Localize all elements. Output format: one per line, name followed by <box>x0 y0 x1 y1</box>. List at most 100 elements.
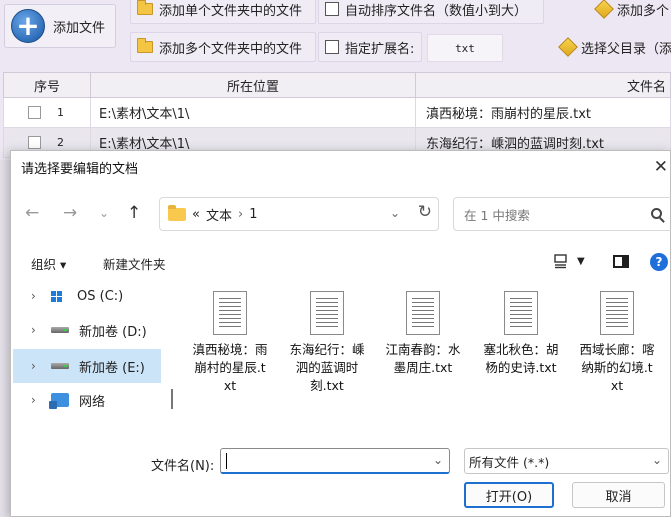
add-single-folder-label: 添加单个文件夹中的文件 <box>159 3 303 19</box>
folder-icon <box>137 0 153 15</box>
organize-button[interactable]: 组织 ▾ <box>31 254 66 273</box>
drive-icon <box>51 363 69 369</box>
help-icon[interactable]: ? <box>650 253 668 271</box>
add-single-folder-button[interactable]: 添加单个文件夹中的文件 <box>130 0 316 24</box>
tree-item-e-drive[interactable]: › 新加卷 (E:) <box>13 349 161 383</box>
add-multi-label: 添加多个 <box>617 3 670 19</box>
file-item[interactable]: 滇西秘境：雨崩村的星辰.txt <box>191 291 269 395</box>
file-name: 塞北秋色：胡杨的史诗.txt <box>483 342 559 375</box>
drive-icon <box>51 327 69 333</box>
add-file-button[interactable]: + 添加文件 <box>4 4 116 48</box>
back-arrow-icon[interactable]: ← <box>25 203 39 223</box>
specify-ext-label: 指定扩展名: <box>345 41 415 57</box>
folder-icon <box>168 204 186 221</box>
open-button[interactable]: 打开(O) <box>464 482 554 508</box>
chevron-down-icon[interactable]: ⌄ <box>652 453 662 467</box>
command-bar: 组织 ▾ 新建文件夹 ▼ ? <box>11 247 671 277</box>
cancel-button[interactable]: 取消 <box>572 482 665 508</box>
header-filename[interactable]: 文件名 <box>416 73 670 97</box>
choose-parent-label: 选择父目录（添 <box>581 41 671 57</box>
checkbox-box[interactable] <box>325 40 339 54</box>
breadcrumb-item[interactable]: 1 <box>249 207 257 222</box>
file-name: 江南春韵：水墨周庄.txt <box>385 342 461 375</box>
tree-item-label: 新加卷 (E:) <box>79 360 145 376</box>
text-document-icon <box>213 291 247 335</box>
add-file-label: 添加文件 <box>53 20 106 36</box>
file-name: 滇西秘境：雨崩村的星辰.txt <box>192 342 268 393</box>
up-arrow-icon[interactable]: ↑ <box>127 203 141 223</box>
chevron-right-icon[interactable]: › <box>31 323 41 337</box>
extension-input[interactable]: txt <box>427 34 503 62</box>
file-item[interactable]: 塞北秋色：胡杨的史诗.txt <box>482 291 560 377</box>
address-bar[interactable]: « 文本 › 1 ⌄ ↻ <box>159 197 439 231</box>
file-grid: 序号 所在位置 文件名 1 E:\素材\文本\1\ 滇西秘境：雨崩村的星辰.tx… <box>3 72 671 158</box>
file-name: 西域长廊：喀纳斯的幻境.txt <box>579 342 655 393</box>
file-item[interactable]: 江南春韵：水墨周庄.txt <box>384 291 462 377</box>
network-icon <box>49 393 69 409</box>
auto-sort-checkbox[interactable]: 自动排序文件名（数值小到大） <box>318 0 544 24</box>
file-item[interactable]: 西域长廊：喀纳斯的幻境.txt <box>578 291 656 395</box>
close-icon[interactable]: ✕ <box>654 157 668 177</box>
navigation-tree: › OS (C:) › 新加卷 (D:) › 新加卷 (E:) › 网络 <box>11 279 171 439</box>
tree-item-network[interactable]: › 网络 <box>13 383 161 417</box>
search-icon <box>651 208 662 219</box>
view-dropdown-icon[interactable]: ▼ <box>577 256 585 267</box>
row-checkbox[interactable] <box>28 136 41 149</box>
address-overflow[interactable]: « <box>192 207 200 222</box>
row-index: 2 <box>57 136 64 149</box>
preview-pane-icon[interactable] <box>613 255 629 268</box>
chevron-down-icon[interactable]: ⌄ <box>390 206 400 220</box>
background-panel <box>0 160 10 517</box>
checkbox-box[interactable] <box>325 2 339 16</box>
filename-label: 文件名(N): <box>151 459 215 474</box>
app-toolbar: + 添加文件 添加单个文件夹中的文件 添加多个文件夹中的文件 自动排序文件名（数… <box>0 0 671 70</box>
filename-input[interactable]: ⌄ <box>220 448 450 474</box>
file-list: 滇西秘境：雨崩村的星辰.txt 东海纪行：嵊泗的蓝调时刻.txt 江南春韵：水墨… <box>181 281 671 441</box>
choose-parent-button[interactable]: 选择父目录（添 <box>548 32 671 62</box>
filetype-value: 所有文件 (*.*) <box>469 454 550 470</box>
row-checkbox[interactable] <box>28 106 41 119</box>
search-input[interactable]: 在 1 中搜索 <box>453 197 671 231</box>
table-row[interactable]: 1 E:\素材\文本\1\ 滇西秘境：雨崩村的星辰.txt <box>3 98 671 128</box>
scrollbar-thumb[interactable] <box>171 389 173 409</box>
chevron-right-icon[interactable]: › <box>31 393 41 407</box>
add-multi-button[interactable]: 添加多个 <box>548 0 671 24</box>
breadcrumb-separator-icon: › <box>237 206 244 222</box>
plus-circle-icon: + <box>11 9 45 43</box>
grid-header: 序号 所在位置 文件名 <box>3 72 671 98</box>
add-multi-folder-button[interactable]: 添加多个文件夹中的文件 <box>130 32 316 62</box>
forward-arrow-icon[interactable]: → <box>63 203 77 223</box>
folder-icon <box>137 38 153 53</box>
header-location[interactable]: 所在位置 <box>91 73 416 97</box>
row-location: E:\素材\文本\1\ <box>91 98 416 127</box>
filetype-select[interactable]: 所有文件 (*.*) ⌄ <box>464 448 669 474</box>
specify-ext-checkbox[interactable]: 指定扩展名: <box>318 32 422 62</box>
refresh-icon[interactable]: ↻ <box>418 202 432 222</box>
chevron-right-icon[interactable]: › <box>31 289 41 303</box>
file-name: 东海纪行：嵊泗的蓝调时刻.txt <box>289 342 365 393</box>
tree-item-label: 新加卷 (D:) <box>79 324 147 340</box>
auto-sort-label: 自动排序文件名（数值小到大） <box>345 3 528 19</box>
chevron-down-icon[interactable]: ⌄ <box>433 453 443 467</box>
text-document-icon <box>310 291 344 335</box>
dialog-footer: 文件名(N): ⌄ 所有文件 (*.*) ⌄ 打开(O) 取消 <box>11 443 671 517</box>
text-document-icon <box>600 291 634 335</box>
add-multi-folder-label: 添加多个文件夹中的文件 <box>159 41 303 57</box>
row-filename: 滇西秘境：雨崩村的星辰.txt <box>426 107 592 122</box>
chevron-right-icon[interactable]: › <box>31 359 41 373</box>
row-index: 1 <box>57 106 64 119</box>
tree-item-label: OS (C:) <box>77 288 124 304</box>
text-caret <box>226 453 227 469</box>
new-folder-button[interactable]: 新建文件夹 <box>103 254 166 273</box>
recent-chevron-icon[interactable]: ⌄ <box>99 206 109 220</box>
header-index[interactable]: 序号 <box>4 73 91 97</box>
text-document-icon <box>406 291 440 335</box>
open-file-dialog: 请选择要编辑的文档 ✕ ← → ⌄ ↑ « 文本 › 1 ⌄ ↻ 在 1 中搜索… <box>10 150 671 517</box>
tree-item-c-drive[interactable]: › OS (C:) <box>13 279 161 313</box>
shield-check-icon <box>558 37 578 57</box>
tree-item-d-drive[interactable]: › 新加卷 (D:) <box>13 313 161 347</box>
file-item[interactable]: 东海纪行：嵊泗的蓝调时刻.txt <box>288 291 366 395</box>
view-options-icon[interactable] <box>554 253 570 273</box>
breadcrumb-item[interactable]: 文本 <box>206 205 232 224</box>
dialog-title: 请选择要编辑的文档 <box>21 161 139 177</box>
